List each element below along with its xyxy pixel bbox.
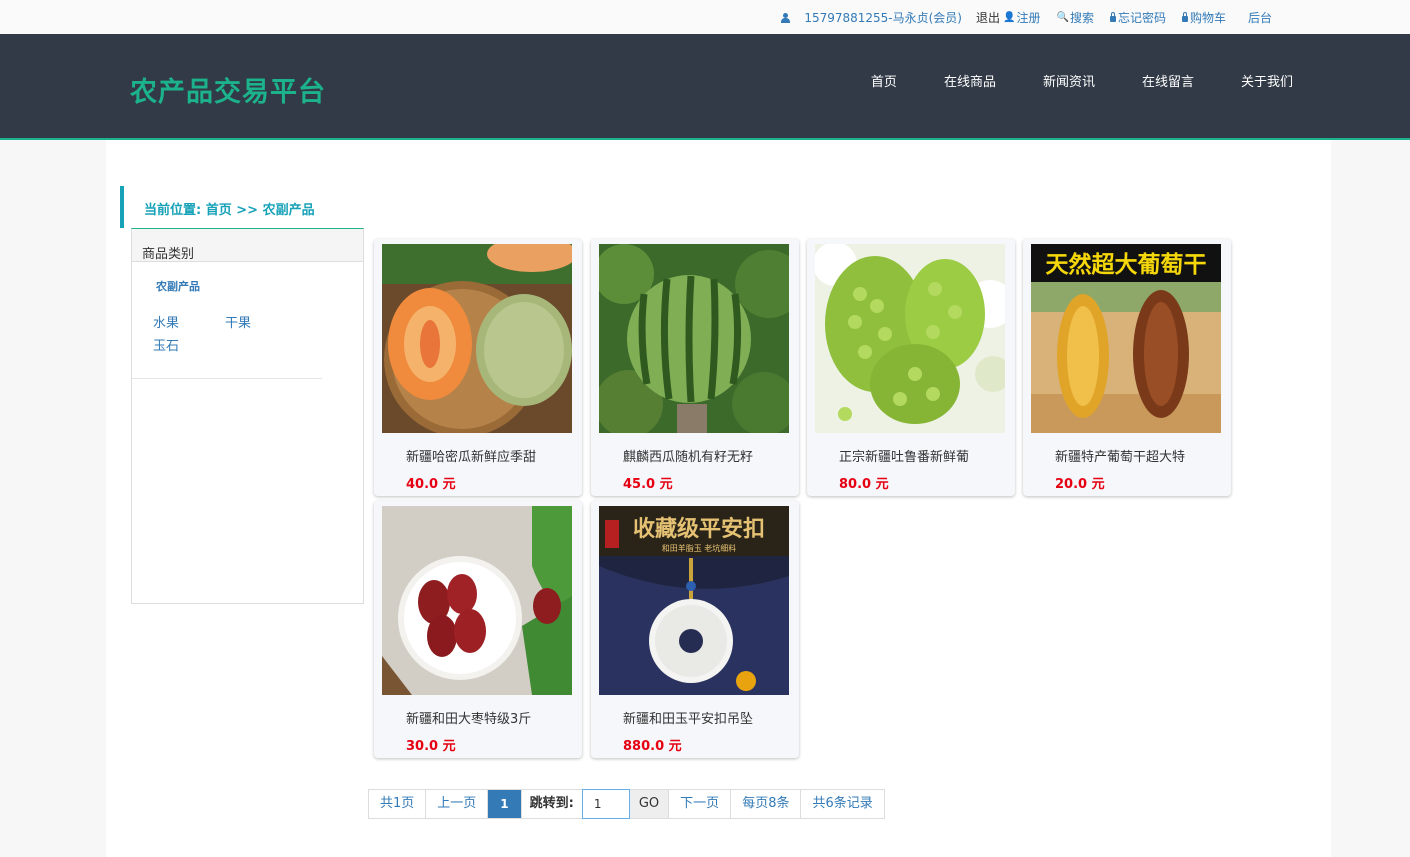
nav-messages[interactable]: 在线留言 — [1142, 71, 1194, 90]
product-card[interactable]: 新疆和田大枣特级3斤 30.0 元 — [374, 501, 582, 758]
breadcrumb-home[interactable]: 首页 — [206, 203, 232, 218]
product-card[interactable]: 麒麟西瓜随机有籽无籽 45.0 元 — [591, 239, 799, 496]
nav-about[interactable]: 关于我们 — [1241, 71, 1293, 90]
product-card[interactable]: 正宗新疆吐鲁番新鲜葡 80.0 元 — [807, 239, 1015, 496]
product-price: 30.0 元 — [406, 739, 456, 754]
product-card[interactable]: 天然超大葡萄干 新疆特产葡萄干超大特 20.0 元 — [1023, 239, 1231, 496]
user-plus-icon: 👤 — [1003, 11, 1016, 23]
jade-banner-subtext: 和田羊脂玉 老坑细料 — [662, 543, 737, 553]
product-image-grapes[interactable] — [815, 244, 1005, 433]
cart-link[interactable]: 购物车 — [1181, 9, 1226, 26]
logout-link[interactable]: 退出 — [976, 9, 1000, 26]
product-name[interactable]: 正宗新疆吐鲁番新鲜葡 — [839, 446, 969, 465]
sidebar-category[interactable]: 农副产品 — [156, 278, 363, 294]
sidebar-title: 商品类别 — [132, 229, 363, 262]
user-icon — [781, 12, 791, 23]
total-pages: 共1页 — [380, 796, 415, 811]
jump-page-input[interactable] — [581, 789, 630, 819]
nav-news[interactable]: 新闻资讯 — [1043, 71, 1095, 90]
product-price: 40.0 元 — [406, 477, 456, 492]
per-page-info: 每页8条 — [730, 790, 800, 818]
prev-page-button[interactable]: 上一页 — [425, 790, 487, 818]
subcategory-jade[interactable]: 玉石 — [153, 335, 225, 358]
register-label: 注册 — [1016, 11, 1041, 25]
current-page-button[interactable]: 1 — [487, 790, 521, 818]
site-header: 农产品交易平台 首页 在线商品 新闻资讯 在线留言 关于我们 — [0, 34, 1410, 140]
product-image-jade[interactable]: 收藏级平安扣 和田羊脂玉 老坑细料 — [599, 506, 789, 695]
admin-link[interactable]: 后台 — [1248, 9, 1272, 26]
pagination: 共1页 上一页 1 跳转到: GO 下一页 每页8条 共6条记录 — [368, 789, 885, 819]
jade-banner-text: 收藏级平安扣 — [633, 516, 765, 542]
nav-home[interactable]: 首页 — [871, 71, 897, 90]
lock-icon — [1109, 12, 1116, 22]
product-name[interactable]: 麒麟西瓜随机有籽无籽 — [623, 446, 753, 465]
sidebar-divider — [132, 378, 322, 379]
raisin-banner-text: 天然超大葡萄干 — [1046, 251, 1207, 278]
register-link[interactable]: 👤 注册 — [1003, 9, 1040, 26]
forgot-label: 忘记密码 — [1117, 11, 1166, 25]
content-panel: 当前位置: 首页 >> 农副产品 商品类别 农副产品 水果 干果 玉石 新疆哈密… — [106, 140, 1331, 857]
next-page-button[interactable]: 下一页 — [668, 790, 730, 818]
product-price: 20.0 元 — [1055, 477, 1105, 492]
cart-label: 购物车 — [1189, 11, 1226, 25]
top-bar: 15797881255-马永贞(会员) 退出 👤 注册 🔍 搜索 忘记密码 购物… — [0, 0, 1410, 34]
go-button[interactable]: GO — [629, 790, 669, 818]
forgot-password-link[interactable]: 忘记密码 — [1109, 9, 1166, 26]
product-price: 80.0 元 — [839, 477, 889, 492]
product-image-raisins[interactable]: 天然超大葡萄干 — [1031, 244, 1221, 433]
breadcrumb: 当前位置: 首页 >> 农副产品 — [120, 186, 315, 228]
site-logo[interactable]: 农产品交易平台 — [130, 70, 326, 109]
breadcrumb-current[interactable]: 农副产品 — [263, 203, 315, 218]
product-image-watermelon[interactable] — [599, 244, 789, 433]
product-card[interactable]: 收藏级平安扣 和田羊脂玉 老坑细料 新疆和田玉平安扣吊坠 880.0 元 — [591, 501, 799, 758]
search-label: 搜索 — [1069, 11, 1094, 25]
breadcrumb-separator: >> — [236, 203, 259, 218]
search-link[interactable]: 🔍 搜索 — [1056, 9, 1093, 26]
product-image-dates[interactable] — [382, 506, 572, 695]
top-links: 15797881255-马永贞(会员) 退出 👤 注册 🔍 搜索 忘记密码 购物… — [781, 9, 1272, 26]
category-sidebar: 商品类别 农副产品 水果 干果 玉石 — [131, 228, 364, 604]
product-image-melon[interactable] — [382, 244, 572, 433]
product-price: 880.0 元 — [623, 739, 682, 754]
breadcrumb-prefix: 当前位置: — [144, 203, 202, 218]
subcategory-list: 水果 干果 玉石 — [153, 312, 303, 358]
product-name[interactable]: 新疆和田玉平安扣吊坠 — [623, 708, 753, 727]
product-name[interactable]: 新疆特产葡萄干超大特 — [1055, 446, 1185, 465]
total-records: 共6条记录 — [800, 790, 883, 818]
product-card[interactable]: 新疆哈密瓜新鲜应季甜 40.0 元 — [374, 239, 582, 496]
product-price: 45.0 元 — [623, 477, 673, 492]
search-icon: 🔍 — [1056, 11, 1069, 23]
subcategory-dried-fruit[interactable]: 干果 — [225, 312, 297, 335]
main-nav: 首页 在线商品 新闻资讯 在线留言 关于我们 — [824, 71, 1293, 90]
product-name[interactable]: 新疆和田大枣特级3斤 — [406, 708, 531, 727]
jump-input-wrapper — [581, 789, 630, 819]
subcategory-fruit[interactable]: 水果 — [153, 312, 225, 335]
nav-products[interactable]: 在线商品 — [944, 71, 996, 90]
lock-icon — [1181, 12, 1188, 22]
jump-label: 跳转到: — [520, 790, 582, 818]
product-name[interactable]: 新疆哈密瓜新鲜应季甜 — [406, 446, 536, 465]
user-account-link[interactable]: 15797881255-马永贞(会员) — [804, 9, 962, 26]
